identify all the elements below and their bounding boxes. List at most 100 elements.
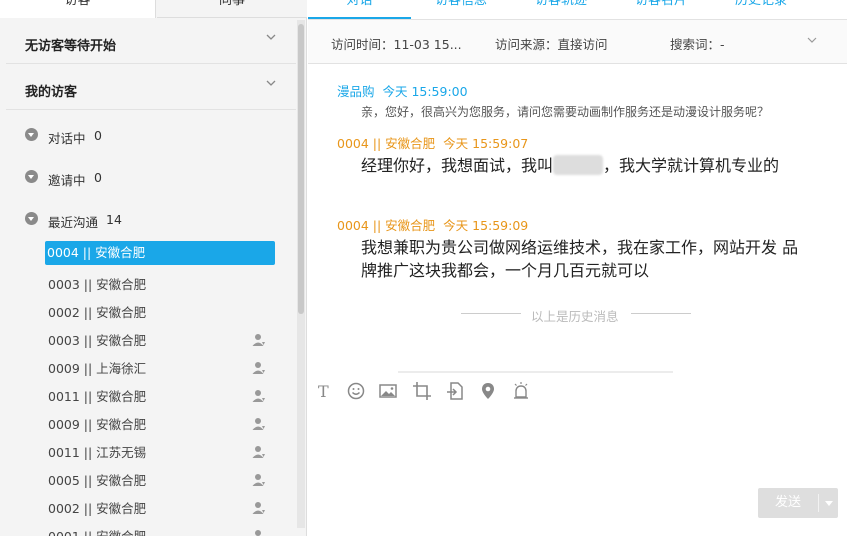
recent-visitor-items: 0004 || 安徽合肥 0003 || 安徽合肥 0002 || 安徽合肥 0… — [6, 241, 296, 536]
list-item-label: 0004 || 安徽合肥 — [45, 241, 275, 265]
user-transfer-icon[interactable] — [252, 389, 266, 403]
user-transfer-icon[interactable] — [252, 473, 266, 487]
message-text: 亲，您好，很高兴为您服务，请问您需要动画制作服务还是动漫设计服务呢？ — [361, 105, 770, 119]
svg-text:T: T — [318, 382, 329, 401]
group-label: 最近沟通 — [48, 215, 99, 230]
message-header: 0004 || 安徽合肥 今天 15:59:07 — [337, 133, 528, 152]
left-tabs: 访客 同事 — [0, 0, 307, 18]
screenshot-crop-icon[interactable] — [412, 381, 432, 401]
list-item-label: 0011 || 江苏无锡 — [48, 445, 147, 460]
list-item[interactable]: 0011 || 安徽合肥 — [6, 381, 296, 409]
user-transfer-icon[interactable] — [252, 417, 266, 431]
user-transfer-icon[interactable] — [252, 501, 266, 515]
message-time: 今天 15:59:07 — [443, 136, 529, 151]
list-item-label: 0003 || 安徽合肥 — [48, 333, 147, 348]
message-header: 漫品购 今天 15:59:00 — [337, 81, 468, 100]
message-header: 0004 || 安徽合肥 今天 15:59:09 — [337, 215, 528, 234]
user-transfer-icon[interactable] — [252, 333, 266, 347]
list-item-label: 0001 || 安徽合肥 — [46, 526, 148, 536]
emoji-icon[interactable] — [346, 381, 366, 401]
tab-visitor-trail[interactable]: 访客轨迹 — [535, 0, 587, 19]
editor-toolbar: T — [308, 378, 847, 404]
list-item-label: 0009 || 上海徐汇 — [48, 361, 147, 376]
message-time: 今天 15:59:09 — [443, 218, 529, 233]
editor-separator[interactable] — [308, 370, 847, 374]
message-text: 经理你好，我想面试，我叫 ，我大学就计算机专业的 — [361, 154, 811, 177]
caret-down-icon[interactable] — [821, 488, 838, 518]
tab-visitor-card[interactable]: 访客名片 — [635, 0, 687, 19]
tab-colleagues[interactable]: 同事 — [157, 0, 307, 18]
list-item[interactable]: 0002 || 安徽合肥 — [6, 493, 296, 521]
list-item[interactable]: 0005 || 安徽合肥 — [6, 465, 296, 493]
group-count: 0 — [94, 128, 102, 143]
message-text-part: 经理你好，我想面试，我叫 — [361, 156, 554, 175]
message-sender: 漫品购 — [337, 84, 375, 99]
history-divider-label: 以上是历史消息 — [531, 309, 619, 324]
list-item-label: 0011 || 安徽合肥 — [48, 389, 147, 404]
visitor-list-panel: 访客 同事 无访客等待开始 我的访客 对话中 0 邀请中 0 最近沟通 14 0… — [0, 0, 307, 536]
section-waiting[interactable]: 无访客等待开始 — [6, 18, 296, 64]
list-item[interactable]: 0003 || 安徽合肥 — [6, 325, 296, 353]
visit-time: 访问时间：11-03 15... — [331, 37, 462, 52]
user-transfer-icon[interactable] — [252, 361, 266, 375]
send-button-label: 发送 — [774, 495, 801, 510]
expand-circle-icon — [25, 212, 38, 225]
alarm-bell-icon[interactable] — [511, 381, 531, 401]
conversation-panel: 对话 访客信息 访客轨迹 访客名片 历史记录 访问时间：11-03 15... … — [308, 0, 847, 536]
font-icon[interactable]: T — [314, 381, 334, 401]
visitor-list-scrollbar[interactable] — [297, 20, 305, 528]
send-button[interactable]: 发送 — [758, 488, 838, 518]
chevron-down-icon[interactable] — [266, 32, 276, 42]
list-item[interactable]: 0009 || 上海徐汇 — [6, 353, 296, 381]
image-icon[interactable] — [378, 381, 398, 401]
file-transfer-icon[interactable] — [445, 381, 465, 401]
divider-line — [631, 313, 691, 314]
user-transfer-icon[interactable] — [252, 445, 266, 459]
group-recent[interactable]: 最近沟通 14 — [6, 203, 296, 241]
divider-line — [461, 313, 521, 314]
message-time: 今天 15:59:00 — [382, 84, 468, 99]
tab-visitors[interactable]: 访客 — [0, 0, 156, 18]
chevron-down-icon[interactable] — [266, 78, 276, 88]
section-my-visitors[interactable]: 我的访客 — [6, 64, 296, 110]
user-transfer-icon[interactable] — [252, 529, 266, 536]
section-my-visitors-title: 我的访客 — [25, 85, 78, 100]
group-label: 对话中 — [48, 131, 86, 146]
tab-history[interactable]: 历史记录 — [735, 0, 787, 19]
list-item[interactable]: 0001 || 安徽合肥 — [6, 521, 296, 536]
redacted-name — [553, 155, 604, 175]
list-item[interactable]: 0003 || 安徽合肥 — [6, 269, 296, 297]
group-label: 邀请中 — [48, 173, 86, 188]
message-text-part: ，我大学就计算机专业的 — [603, 156, 780, 175]
history-divider: 以上是历史消息 — [461, 306, 693, 324]
list-item-label: 0003 || 安徽合肥 — [48, 277, 147, 292]
list-item[interactable]: 0009 || 安徽合肥 — [6, 409, 296, 437]
visit-info-bar: 访问时间：11-03 15... 访问来源：直接访问 搜索词：- — [308, 20, 847, 64]
group-count: 14 — [106, 212, 122, 227]
list-item-label: 0005 || 安徽合肥 — [48, 473, 147, 488]
chat-messages: 漫品购 今天 15:59:00 亲，您好，很高兴为您服务，请问您需要动画制作服务… — [308, 65, 847, 370]
list-item-label: 0002 || 安徽合肥 — [48, 305, 147, 320]
expand-circle-icon — [25, 170, 38, 183]
group-count: 0 — [94, 170, 102, 185]
message-text: 我想兼职为贵公司做网络运维技术，我在家工作，网站开发 品牌推广这块我都会，一个月… — [361, 238, 799, 280]
chevron-down-icon[interactable] — [807, 35, 817, 45]
tab-conversation[interactable]: 对话 — [308, 0, 411, 19]
list-item-label: 0002 || 安徽合肥 — [48, 501, 147, 516]
group-in-conversation[interactable]: 对话中 0 — [6, 119, 296, 161]
section-waiting-title: 无访客等待开始 — [25, 39, 117, 54]
message-sender: 0004 || 安徽合肥 — [337, 218, 436, 233]
expand-circle-icon — [25, 128, 38, 141]
visit-source: 访问来源：直接访问 — [495, 37, 608, 52]
list-item[interactable]: 0002 || 安徽合肥 — [6, 297, 296, 325]
list-item[interactable]: 0004 || 安徽合肥 — [6, 241, 296, 269]
group-inviting[interactable]: 邀请中 0 — [6, 161, 296, 203]
location-icon[interactable] — [478, 381, 498, 401]
scrollbar-thumb[interactable] — [298, 24, 304, 314]
conversation-tabs: 对话 访客信息 访客轨迹 访客名片 历史记录 — [308, 0, 847, 20]
list-item-label: 0009 || 安徽合肥 — [48, 417, 147, 432]
tab-visitor-info[interactable]: 访客信息 — [435, 0, 487, 19]
send-button-divider — [818, 494, 819, 512]
list-item[interactable]: 0011 || 江苏无锡 — [6, 437, 296, 465]
search-keyword: 搜索词：- — [670, 37, 725, 52]
